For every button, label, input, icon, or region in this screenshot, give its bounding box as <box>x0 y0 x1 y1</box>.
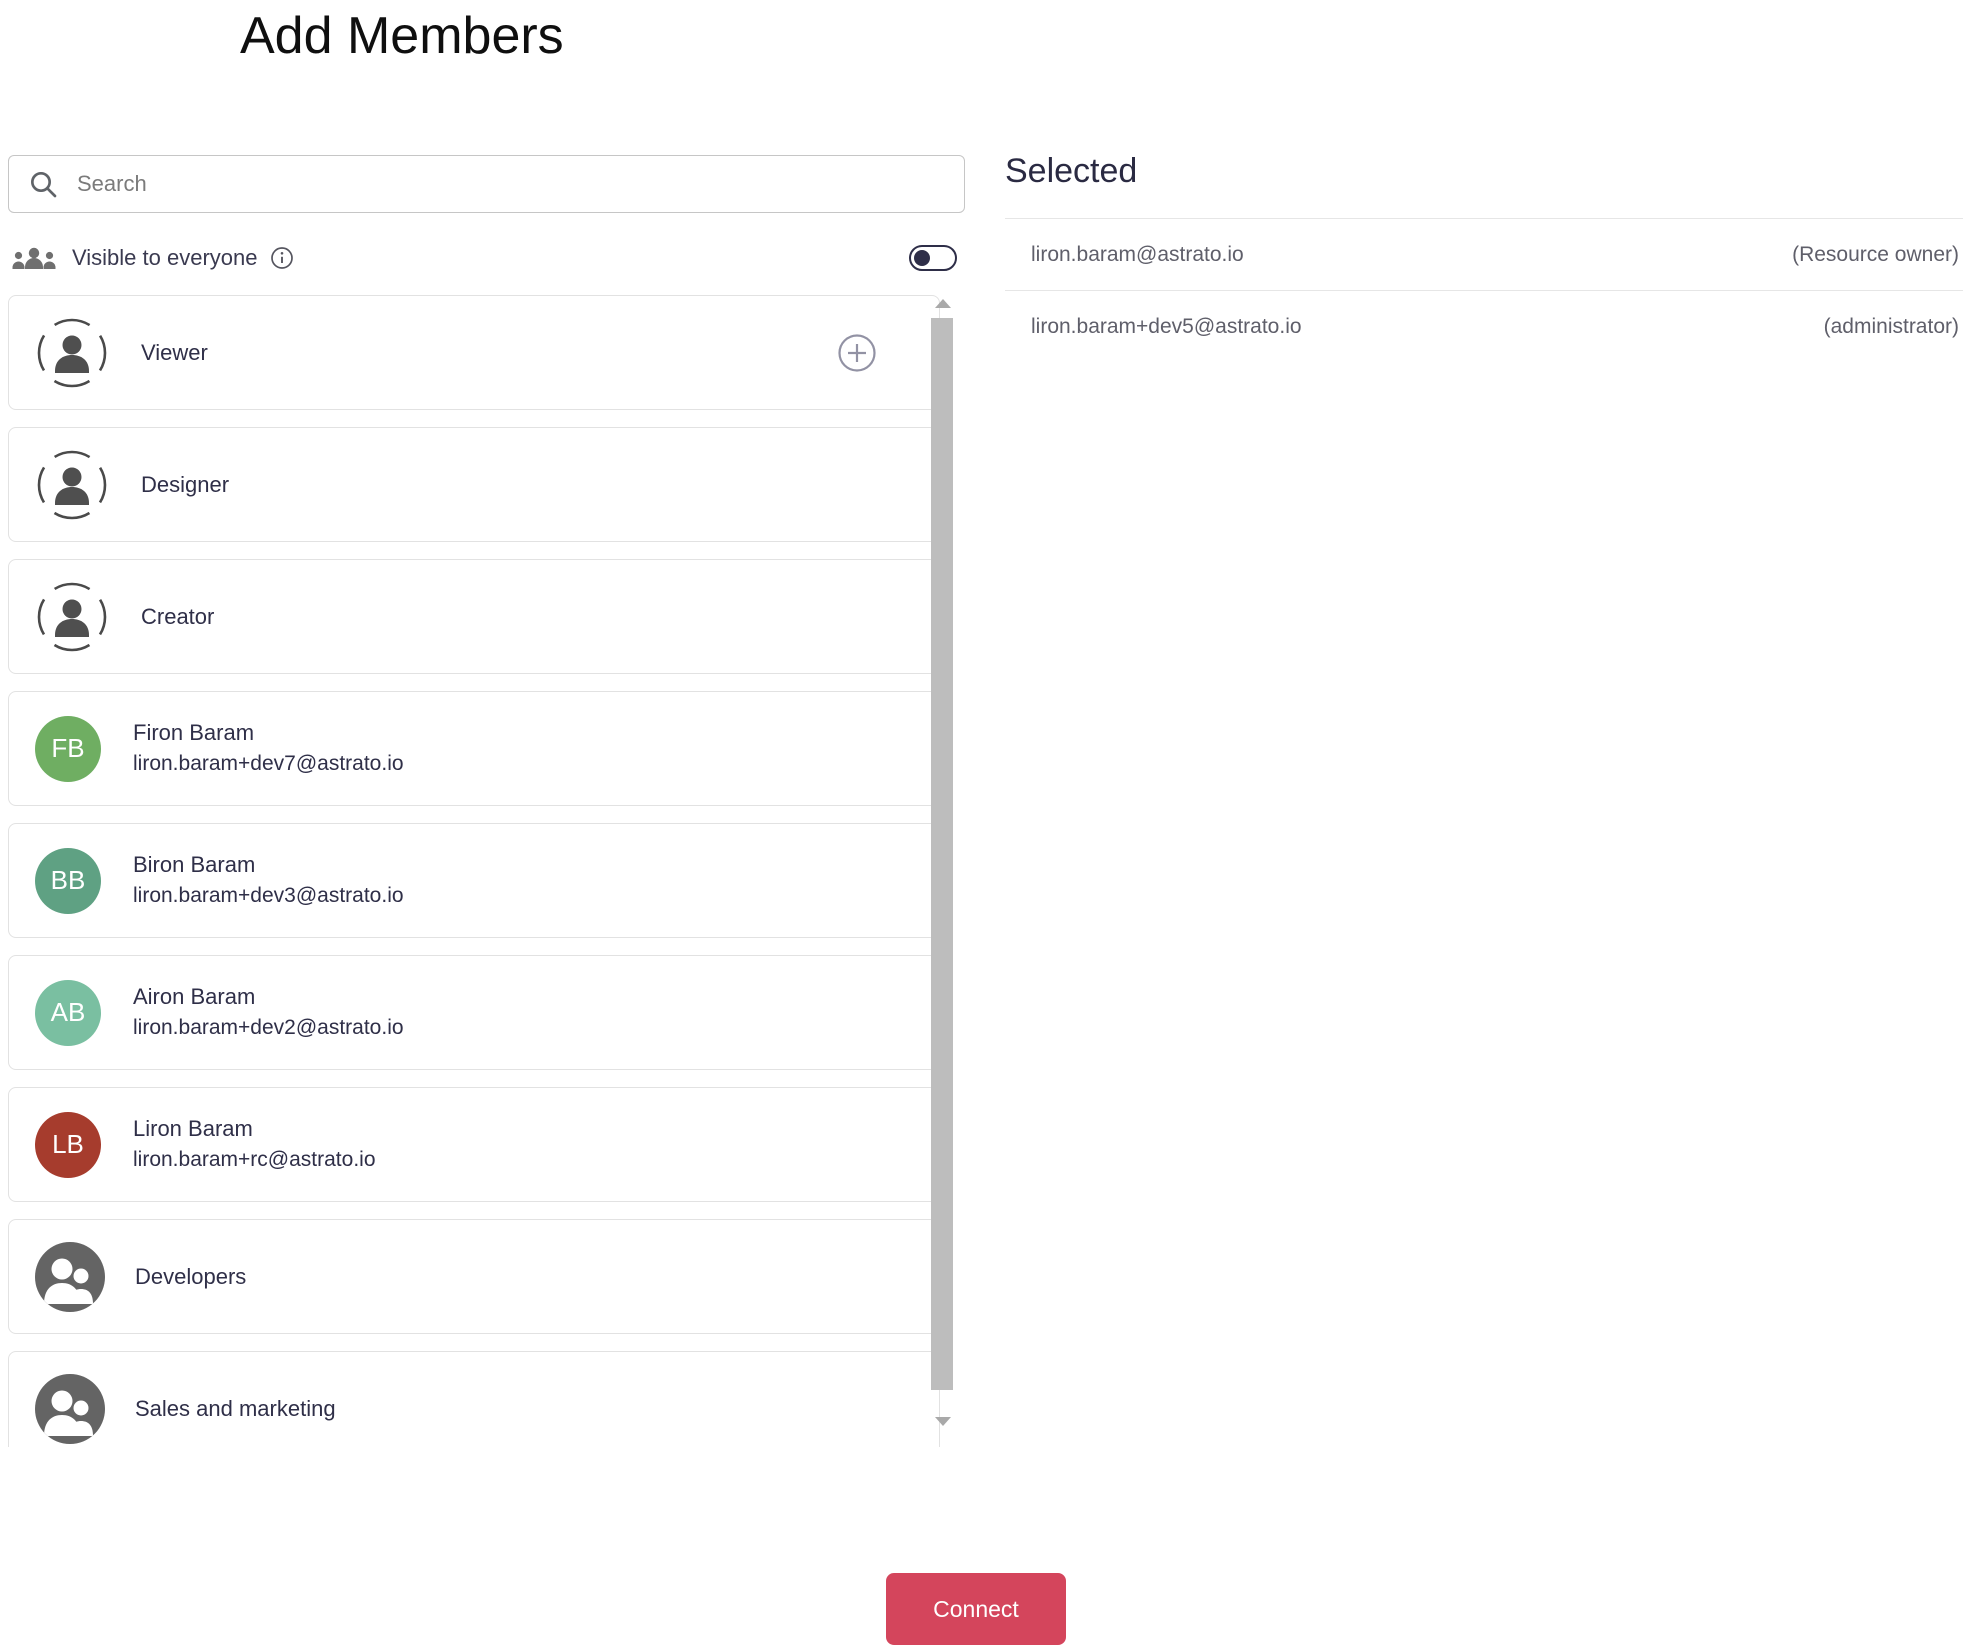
selected-email: liron.baram+dev5@astrato.io <box>1031 314 1302 338</box>
selected-row: liron.baram@astrato.io (Resource owner) <box>1005 218 1963 290</box>
avatar: FB <box>35 715 101 782</box>
selected-panel: Selected liron.baram@astrato.io (Resourc… <box>1005 148 1963 362</box>
list-item-user-lb[interactable]: LB Liron Baram liron.baram+rc@astrato.io <box>8 1087 940 1202</box>
member-email: liron.baram+dev2@astrato.io <box>133 1015 404 1039</box>
role-label: Viewer <box>141 339 208 365</box>
list-item-viewer[interactable]: Viewer <box>8 295 940 410</box>
scroll-thumb[interactable] <box>931 318 953 1390</box>
visibility-label: Visible to everyone <box>72 245 258 270</box>
role-person-icon <box>37 450 107 519</box>
list-item-group-sales[interactable]: Sales and marketing <box>8 1351 940 1447</box>
role-person-icon <box>37 318 107 387</box>
scroll-up-arrow[interactable] <box>935 299 951 308</box>
member-name: Airon Baram <box>133 983 256 1009</box>
selected-role: (administrator) <box>1823 314 1959 338</box>
role-person-icon <box>37 582 107 651</box>
scroll-down-arrow[interactable] <box>935 1417 951 1426</box>
visibility-row: Visible to everyone <box>8 238 965 278</box>
selected-row: liron.baram+dev5@astrato.io (administrat… <box>1005 290 1963 362</box>
member-list: Viewer Designer Creator FB Firon Baram l… <box>8 295 965 1447</box>
list-item-designer[interactable]: Designer <box>8 427 940 542</box>
search-icon <box>31 172 57 198</box>
group-avatar-icon <box>35 1242 105 1312</box>
member-name: Liron Baram <box>133 1115 253 1141</box>
groups-icon <box>12 247 56 269</box>
list-item-user-fb[interactable]: FB Firon Baram liron.baram+dev7@astrato.… <box>8 691 940 806</box>
member-email: liron.baram+rc@astrato.io <box>133 1147 376 1171</box>
connect-button[interactable]: Connect <box>886 1573 1066 1645</box>
role-label: Creator <box>141 603 215 629</box>
add-button[interactable] <box>837 333 877 373</box>
selected-role: (Resource owner) <box>1792 242 1959 266</box>
list-item-creator[interactable]: Creator <box>8 559 940 674</box>
scrollbar[interactable] <box>931 295 955 1447</box>
search-box[interactable] <box>8 155 965 213</box>
member-email: liron.baram+dev7@astrato.io <box>133 751 404 775</box>
visibility-toggle[interactable] <box>909 245 957 271</box>
member-email: liron.baram+dev3@astrato.io <box>133 883 404 907</box>
member-name: Firon Baram <box>133 719 255 745</box>
selected-email: liron.baram@astrato.io <box>1031 242 1244 266</box>
group-label: Developers <box>135 1263 247 1289</box>
list-item-group-developers[interactable]: Developers <box>8 1219 940 1334</box>
toggle-knob <box>914 250 930 266</box>
search-input[interactable] <box>75 170 964 198</box>
avatar: LB <box>35 1111 101 1178</box>
list-item-user-bb[interactable]: BB Biron Baram liron.baram+dev3@astrato.… <box>8 823 940 938</box>
group-label: Sales and marketing <box>135 1395 336 1421</box>
selected-heading: Selected <box>1005 152 1138 190</box>
info-icon[interactable] <box>270 246 294 270</box>
role-label: Designer <box>141 471 230 497</box>
avatar: BB <box>35 847 101 914</box>
group-avatar-icon <box>35 1374 105 1444</box>
plus-icon <box>838 333 876 372</box>
avatar: AB <box>35 979 101 1046</box>
page-title: Add Members <box>240 7 564 65</box>
member-name: Biron Baram <box>133 851 256 877</box>
list-item-user-ab[interactable]: AB Airon Baram liron.baram+dev2@astrato.… <box>8 955 940 1070</box>
